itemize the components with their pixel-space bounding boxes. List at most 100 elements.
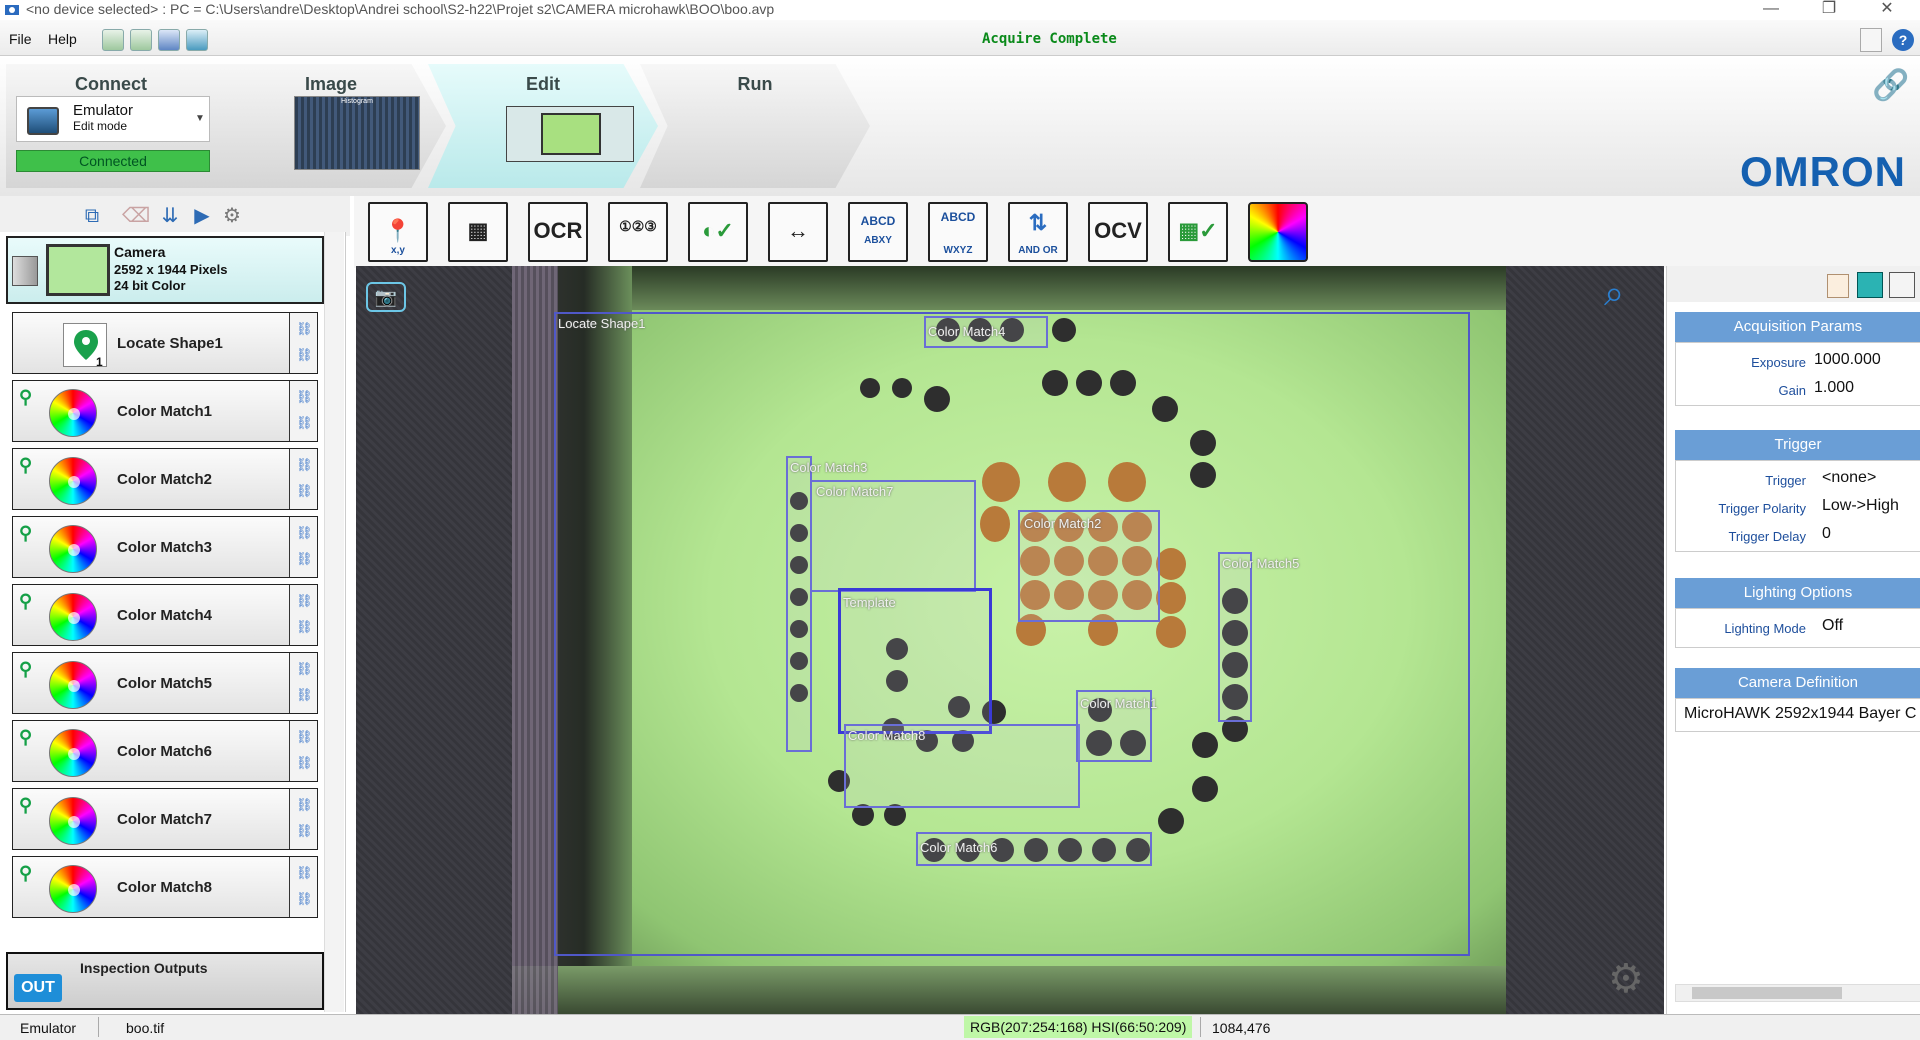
device-select[interactable]: Emulator Edit mode ▼: [16, 96, 210, 142]
menu-help[interactable]: Help: [48, 31, 77, 47]
export-icon[interactable]: [186, 29, 208, 51]
roi-color-match4[interactable]: Color Match4: [924, 316, 1048, 348]
roi-color-match6[interactable]: Color Match6: [916, 832, 1152, 866]
copy-icon[interactable]: ⧉: [80, 204, 104, 228]
exposure-value[interactable]: 1000.000: [1814, 351, 1881, 369]
play-icon[interactable]: ▶: [190, 204, 214, 228]
roi-color-match2[interactable]: Color Match2: [1018, 510, 1160, 622]
restore-button[interactable]: ❐: [1806, 0, 1852, 20]
link-icon[interactable]: ⛓: [296, 865, 313, 880]
roi-template[interactable]: Template: [838, 588, 992, 734]
snapshot-icon[interactable]: 📷: [366, 282, 406, 312]
link-icon[interactable]: ⛓: [296, 457, 313, 472]
locate-tool-button[interactable]: 📍 x,y: [368, 202, 428, 262]
notes-icon[interactable]: [1860, 28, 1882, 52]
edit-thumbnail[interactable]: [506, 106, 634, 162]
tool-color-match1[interactable]: ⚲ Color Match1 ⛓ ⛓: [12, 380, 318, 442]
save-icon[interactable]: [158, 29, 180, 51]
tool-color-match3[interactable]: ⚲ Color Match3 ⛓ ⛓: [12, 516, 318, 578]
link-icon[interactable]: ⛓: [296, 347, 313, 362]
minimize-button[interactable]: —: [1748, 0, 1794, 20]
gain-value[interactable]: 1.000: [1814, 379, 1854, 397]
tool-color-match2[interactable]: ⚲ Color Match2 ⛓ ⛓: [12, 448, 318, 510]
roi-color-match7[interactable]: Color Match7: [810, 480, 976, 592]
ocr-tool-button[interactable]: OCR: [528, 202, 588, 262]
app-icon: [4, 3, 20, 17]
properties-scrollbar[interactable]: [1675, 984, 1920, 1002]
new-file-icon[interactable]: [102, 29, 124, 51]
link-icon[interactable]: ⛓: [296, 551, 313, 566]
trigger-delay-value[interactable]: 0: [1822, 525, 1831, 543]
notes-icon[interactable]: [1827, 274, 1849, 298]
trigger-polarity-value[interactable]: Low->High: [1822, 497, 1899, 515]
trigger-value[interactable]: <none>: [1822, 469, 1876, 487]
link-icon[interactable]: ⛓: [296, 755, 313, 770]
camera-card[interactable]: Camera 2592 x 1944 Pixels 24 bit Color: [6, 236, 324, 304]
camera-definition-header[interactable]: Camera Definition: [1675, 668, 1920, 698]
tool-label: Color Match5: [117, 675, 213, 692]
lighting-mode-value[interactable]: Off: [1822, 617, 1843, 635]
status-device: Emulator: [20, 1020, 77, 1036]
histogram-thumbnail[interactable]: Histogram: [294, 96, 420, 170]
text-match-tool-button[interactable]: ABCD WXYZ: [928, 202, 988, 262]
roi-color-match1[interactable]: Color Match1: [1076, 690, 1157, 762]
count-tool-button[interactable]: ①②③: [608, 202, 668, 262]
camera-color: 24 bit Color: [114, 278, 186, 293]
roi-color-match5[interactable]: Color Match5: [1218, 552, 1299, 722]
step-run[interactable]: Run: [640, 64, 870, 188]
measure-tool-button[interactable]: ↔: [768, 202, 828, 262]
color-tool-button[interactable]: [1248, 202, 1308, 262]
link-icon[interactable]: ⛓: [296, 525, 313, 540]
eraser-icon[interactable]: ⌫: [122, 204, 150, 228]
roi-color-match3[interactable]: Color Match3: [786, 456, 867, 752]
lighting-header[interactable]: Lighting Options: [1675, 578, 1920, 608]
link-icon[interactable]: ⛓: [296, 823, 313, 838]
link-icon[interactable]: ⛓: [296, 661, 313, 676]
link-icon[interactable]: ⛓: [296, 619, 313, 634]
chevron-down-icon[interactable]: ▼: [195, 113, 205, 124]
link-icon[interactable]: 🔗: [1872, 68, 1912, 102]
logic-tool-button[interactable]: ⇅ AND OR: [1008, 202, 1068, 262]
verify-tool-button[interactable]: ▦✓: [1168, 202, 1228, 262]
link-icon[interactable]: ⛓: [296, 687, 313, 702]
ocv-tool-button[interactable]: OCV: [1088, 202, 1148, 262]
camera-definition-value[interactable]: MicroHAWK 2592x1944 Bayer C: [1684, 705, 1916, 723]
tool-locate-shape1[interactable]: 1 Locate Shape1 ⛓ ⛓: [12, 312, 318, 374]
camera-strip-icon: [12, 256, 38, 286]
tool-links: ⛓ ⛓: [289, 653, 317, 713]
scroll-thumb[interactable]: [1692, 987, 1842, 999]
help-icon[interactable]: ?: [1892, 29, 1914, 51]
presence-tool-button[interactable]: ◐✓: [688, 202, 748, 262]
horizontal-layout-icon[interactable]: [1889, 272, 1915, 298]
tool-list-scrollbar[interactable]: [324, 232, 344, 1012]
tool-color-match6[interactable]: ⚲ Color Match6 ⛓ ⛓: [12, 720, 318, 782]
tool-color-match8[interactable]: ⚲ Color Match8 ⛓ ⛓: [12, 856, 318, 918]
tool-color-match4[interactable]: ⚲ Color Match4 ⛓ ⛓: [12, 584, 318, 646]
tool-links: ⛓ ⛓: [289, 517, 317, 577]
close-button[interactable]: ✕: [1864, 0, 1910, 20]
link-icon[interactable]: ⛓: [296, 797, 313, 812]
text-compare-tool-button[interactable]: ABCD ABXY: [848, 202, 908, 262]
link-icon[interactable]: ⛓: [296, 729, 313, 744]
inspection-outputs[interactable]: OUT Inspection Outputs: [6, 952, 324, 1010]
link-icon[interactable]: ⛓: [296, 321, 313, 336]
tool-color-match7[interactable]: ⚲ Color Match7 ⛓ ⛓: [12, 788, 318, 850]
acquisition-header[interactable]: Acquisition Params: [1675, 312, 1920, 342]
roi-color-match8[interactable]: Color Match8: [844, 724, 1080, 808]
trigger-header[interactable]: Trigger: [1675, 430, 1920, 460]
settings-icon[interactable]: ⚙: [220, 204, 244, 228]
collapse-icon[interactable]: ⇊: [158, 204, 182, 228]
link-icon[interactable]: ⛓: [296, 891, 313, 906]
link-icon[interactable]: ⛓: [296, 483, 313, 498]
link-icon[interactable]: ⛓: [296, 593, 313, 608]
gear-icon[interactable]: ⚙: [1608, 956, 1652, 1001]
tool-color-match5[interactable]: ⚲ Color Match5 ⛓ ⛓: [12, 652, 318, 714]
open-file-icon[interactable]: [130, 29, 152, 51]
datamatrix-tool-button[interactable]: ▦: [448, 202, 508, 262]
link-icon[interactable]: ⛓: [296, 415, 313, 430]
link-icon[interactable]: ⛓: [296, 389, 313, 404]
zoom-icon[interactable]: ⌕: [1604, 272, 1648, 316]
camera-image[interactable]: Locate Shape1 Color Match4 Color Match3 …: [512, 266, 1506, 1014]
vertical-layout-icon[interactable]: [1857, 272, 1883, 298]
menu-file[interactable]: File: [9, 31, 32, 47]
